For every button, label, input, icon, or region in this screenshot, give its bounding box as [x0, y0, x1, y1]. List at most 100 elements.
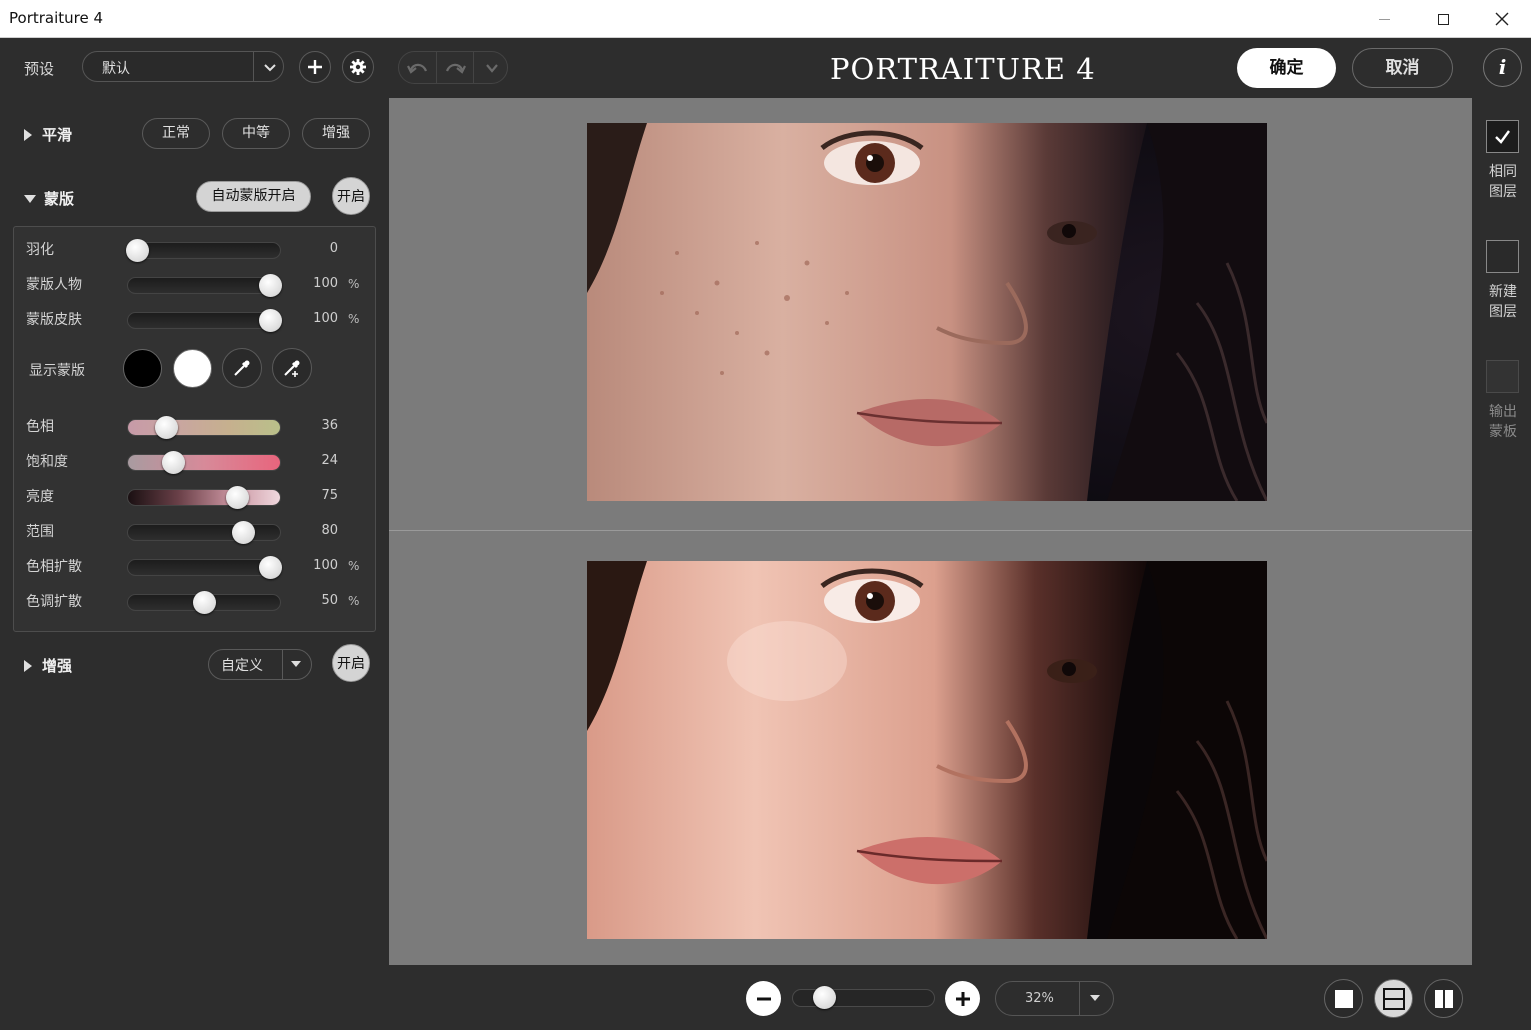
minimize-button[interactable]: [1355, 0, 1413, 38]
zoom-divider: [1079, 982, 1080, 1015]
eyedropper-button[interactable]: [222, 348, 262, 388]
expand-right-icon: [24, 129, 32, 141]
slider-knob[interactable]: [259, 309, 282, 332]
maximize-button[interactable]: [1414, 0, 1472, 38]
output-mask-label: 输出蒙板: [1489, 404, 1517, 440]
mask-section-header[interactable]: 蒙版: [24, 188, 74, 209]
slider-knob[interactable]: [232, 521, 255, 544]
enhance-divider: [282, 650, 283, 679]
show-mask-label: 显示蒙版: [29, 363, 85, 379]
slider-track[interactable]: [127, 451, 281, 474]
single-view-button[interactable]: [1324, 979, 1363, 1018]
add-preset-button[interactable]: [299, 51, 331, 83]
slider-knob[interactable]: [162, 451, 185, 474]
split-horizontal-view-button[interactable]: [1374, 979, 1413, 1018]
slider-track[interactable]: [127, 486, 281, 509]
preset-value: 默认: [102, 61, 130, 77]
split-vertical-icon: [1434, 989, 1453, 1008]
slider-track[interactable]: [127, 416, 281, 439]
minus-icon: [756, 997, 771, 1000]
preset-label: 预设: [24, 60, 55, 78]
minimize-icon: [1378, 18, 1390, 20]
portrait-after: [587, 561, 1267, 939]
zoom-dropdown[interactable]: 32%: [995, 981, 1114, 1016]
zoom-slider-knob[interactable]: [813, 986, 836, 1009]
show-mask-black-swatch[interactable]: [123, 349, 162, 388]
smoothing-section-header[interactable]: 平滑: [24, 124, 72, 145]
output-mask-checkbox[interactable]: [1486, 360, 1519, 393]
enhance-section-header[interactable]: 增强: [24, 655, 72, 676]
chevron-down-icon[interactable]: [259, 56, 281, 78]
close-icon: [1495, 12, 1509, 26]
slider-knob[interactable]: [226, 486, 249, 509]
slider-label: 色相: [26, 419, 54, 435]
app-window: 预设 默认 PORTRAITURE 4 确定 取消 i 平滑 正常 中等 增强 …: [0, 38, 1531, 1030]
zoom-value: 32%: [1025, 991, 1054, 1006]
enhance-label: 增强: [42, 657, 73, 675]
slider-value: 36: [321, 418, 338, 433]
enhance-preset-dropdown[interactable]: 自定义: [208, 649, 312, 680]
split-horizontal-icon: [1382, 987, 1405, 1010]
slider-value: 75: [321, 488, 338, 503]
ok-button[interactable]: 确定: [1237, 48, 1336, 88]
history-dropdown-button[interactable]: [474, 52, 510, 83]
slider-knob[interactable]: [193, 591, 216, 614]
slider-value: 0: [329, 241, 338, 256]
slider-label: 范围: [26, 524, 54, 540]
undo-button[interactable]: [400, 52, 436, 83]
slider-value: 100: [313, 276, 338, 291]
slider-value: 80: [321, 523, 338, 538]
expand-right-icon: [24, 660, 32, 672]
smoothing-strong-button[interactable]: 增强: [302, 118, 370, 149]
slider-knob[interactable]: [155, 416, 178, 439]
cancel-button[interactable]: 取消: [1352, 48, 1453, 88]
slider-unit: %: [348, 594, 360, 608]
split-vertical-view-button[interactable]: [1424, 979, 1463, 1018]
caret-down-icon[interactable]: [1090, 995, 1100, 1001]
close-button[interactable]: [1473, 0, 1531, 38]
preset-dropdown[interactable]: 默认: [82, 51, 284, 82]
undo-icon: [407, 63, 428, 74]
after-image: [587, 561, 1267, 939]
redo-button[interactable]: [437, 52, 473, 83]
zoom-in-button[interactable]: [945, 981, 980, 1016]
slider-unit: %: [348, 277, 360, 291]
history-controls: [398, 51, 508, 84]
slider-label: 色调扩散: [26, 594, 82, 610]
caret-down-icon[interactable]: [291, 661, 301, 667]
slider-knob[interactable]: [126, 239, 149, 262]
zoom-out-button[interactable]: [746, 981, 781, 1016]
show-mask-white-swatch[interactable]: [173, 349, 212, 388]
maximize-icon: [1437, 13, 1449, 25]
smoothing-medium-button[interactable]: 中等: [222, 118, 290, 149]
auto-mask-button[interactable]: 自动蒙版开启: [196, 181, 311, 212]
slider-track[interactable]: [127, 591, 281, 614]
preview-area[interactable]: [389, 98, 1472, 965]
slider-knob[interactable]: [259, 556, 282, 579]
zoom-slider[interactable]: [792, 986, 935, 1009]
slider-track[interactable]: [127, 521, 281, 544]
slider-track[interactable]: [127, 274, 282, 297]
plus-icon: [955, 991, 970, 1006]
smoothing-normal-button[interactable]: 正常: [142, 118, 210, 149]
slider-label: 蒙版皮肤: [26, 312, 82, 328]
mask-label: 蒙版: [44, 190, 75, 208]
mask-toggle[interactable]: 开启: [332, 177, 370, 215]
portrait-before: [587, 123, 1267, 501]
eyedropper-add-button[interactable]: [272, 348, 312, 388]
new-layer-label: 新建图层: [1489, 284, 1517, 320]
slider-unit: %: [348, 312, 360, 326]
info-button[interactable]: i: [1483, 48, 1522, 87]
enhance-preset-value: 自定义: [221, 658, 263, 674]
slider-value: 100: [313, 558, 338, 573]
same-layer-checkbox[interactable]: [1486, 120, 1519, 153]
new-layer-checkbox[interactable]: [1486, 240, 1519, 273]
settings-button[interactable]: [342, 51, 374, 83]
slider-knob[interactable]: [259, 274, 282, 297]
enhance-toggle[interactable]: 开启: [332, 644, 370, 682]
slider-value: 100: [313, 311, 338, 326]
slider-track[interactable]: [127, 309, 282, 332]
slider-track[interactable]: [126, 239, 281, 262]
expand-down-icon: [24, 195, 36, 203]
slider-track[interactable]: [127, 556, 282, 579]
